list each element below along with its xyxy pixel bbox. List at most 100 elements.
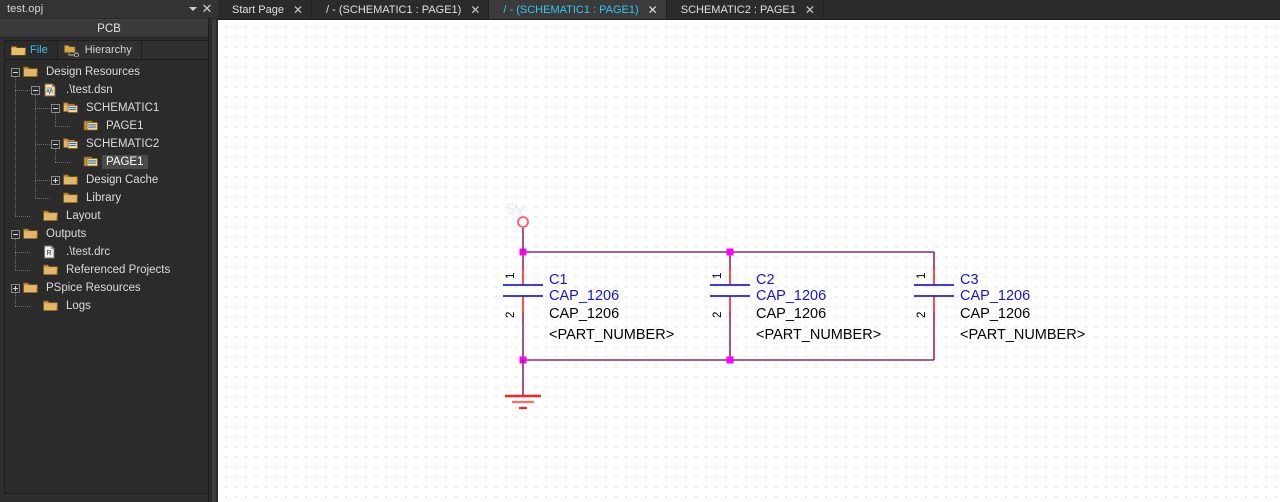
tree-node-label: PAGE1: [106, 120, 144, 132]
schematic-canvas-wrap: 1 2 C1 CAP_1206 CAP_1206 <PART_NUMBER> 1 2 C2 CAP…: [218, 20, 1280, 502]
schematic-folder-icon: [63, 137, 79, 151]
close-icon[interactable]: ✕: [470, 4, 480, 16]
project-tree[interactable]: Design Resources .\test.dsn SCHEMATIC1 PAGE…: [5, 60, 211, 493]
tab-hierarchy[interactable]: Hierarchy: [57, 41, 142, 59]
tree-expander-plus-icon[interactable]: [11, 283, 20, 293]
wire-junction-dot: [726, 248, 734, 256]
component-value[interactable]: CAP_1206: [756, 288, 826, 304]
tree-node-label: .\test.dsn: [66, 84, 113, 96]
tree-node[interactable]: Layout: [5, 207, 211, 225]
pin-number-top: 1: [916, 273, 928, 279]
document-tab[interactable]: SCHEMATIC2 : PAGE1 ✕: [666, 0, 824, 19]
component-refdes[interactable]: C3: [960, 272, 979, 288]
net-port-circle-icon[interactable]: [517, 216, 529, 228]
net-label-5v[interactable]: 5V: [507, 202, 525, 218]
tree-node-label: SCHEMATIC2: [86, 138, 160, 150]
dock-splitter[interactable]: [208, 19, 218, 502]
tree-connector-line: [55, 113, 56, 126]
document-tab[interactable]: Start Page ✕: [218, 0, 313, 19]
document-tab[interactable]: / - (SCHEMATIC1 : PAGE1) ✕: [312, 0, 490, 19]
tree-expander-spacer: [31, 212, 40, 221]
pin-number-top: 1: [505, 273, 517, 279]
tree-expander-minus-icon[interactable]: [51, 103, 60, 113]
tree-node-label: PAGE1: [102, 155, 148, 169]
tree-node-label: .\test.drc: [66, 246, 111, 258]
pin-number-top: 1: [712, 273, 724, 279]
tree-connector-line: [15, 252, 30, 253]
tree-node-label: Library: [86, 192, 122, 204]
component-refdes[interactable]: C2: [756, 272, 775, 288]
folder-icon: [43, 263, 59, 277]
tree-node-label: Referenced Projects: [66, 264, 171, 276]
chevron-down-icon[interactable]: [186, 2, 200, 17]
project-tabstrip: File Hierarchy: [5, 41, 211, 60]
drc-file-icon: R: [43, 245, 59, 259]
component-part-number[interactable]: <PART_NUMBER>: [549, 327, 674, 343]
component-value[interactable]: CAP_1206: [549, 288, 619, 304]
component-part-number[interactable]: <PART_NUMBER>: [756, 327, 881, 343]
document-tab-label: / - (SCHEMATIC1 : PAGE1): [326, 3, 462, 16]
tree-expander-spacer: [71, 158, 80, 167]
tree-node[interactable]: PSpice Resources: [5, 279, 211, 297]
tree-node-label: Layout: [66, 210, 101, 222]
tree-connector-line: [15, 293, 16, 306]
tree-node-label: SCHEMATIC1: [86, 102, 160, 114]
tree-node[interactable]: Logs: [5, 297, 211, 315]
tree-connector-line: [35, 198, 50, 199]
orcad-capture-window: test.opj ✕ PCB File Hierarchy Design Res…: [0, 0, 1280, 502]
component-footprint[interactable]: CAP_1206: [756, 306, 826, 322]
schematic-canvas[interactable]: 1 2 C1 CAP_1206 CAP_1206 <PART_NUMBER> 1 2 C2 CAP…: [218, 20, 1280, 502]
component-footprint[interactable]: CAP_1206: [960, 306, 1030, 322]
tree-node[interactable]: Design Resources: [5, 63, 211, 81]
tree-connector-line: [15, 239, 16, 270]
schematic-drawing: 12C1CAP_1206CAP_1206<PART_NUMBER>12C2CAP…: [503, 202, 1085, 410]
component-value[interactable]: CAP_1206: [960, 288, 1030, 304]
project-panel-body: File Hierarchy Design Resources .\test.ds…: [4, 40, 212, 494]
tree-node[interactable]: Referenced Projects: [5, 261, 211, 279]
folder-icon: [63, 173, 79, 187]
tree-connector-line: [55, 149, 56, 162]
splitter-grip[interactable]: [212, 19, 216, 502]
tree-connector-line: [15, 90, 30, 91]
tree-connector-line: [55, 162, 70, 163]
tree-connector-line: [35, 108, 50, 109]
pin-number-bottom: 2: [712, 312, 724, 318]
close-icon[interactable]: ✕: [200, 2, 214, 17]
tree-expander-plus-icon[interactable]: [51, 175, 60, 185]
document-tab[interactable]: / - (SCHEMATIC1 : PAGE1) ✕: [489, 0, 667, 19]
tree-connector-line: [15, 306, 30, 307]
tree-connector-line: [15, 216, 30, 217]
tree-expander-spacer: [31, 302, 40, 311]
component-part-number[interactable]: <PART_NUMBER>: [960, 327, 1085, 343]
folder-icon: [63, 191, 79, 205]
pin-number-bottom: 2: [916, 312, 928, 318]
tree-expander-spacer: [51, 194, 60, 203]
tree-expander-spacer: [31, 248, 40, 257]
component-refdes[interactable]: C1: [549, 272, 568, 288]
tree-node-label: Design Cache: [86, 174, 159, 186]
folder-icon: [23, 281, 39, 295]
tree-expander-minus-icon[interactable]: [51, 139, 60, 149]
document-tabbar[interactable]: Start Page ✕ / - (SCHEMATIC1 : PAGE1) ✕ / - …: [218, 0, 1280, 20]
tree-expander-spacer: [31, 266, 40, 275]
tree-expander-minus-icon[interactable]: [11, 67, 20, 77]
tab-file[interactable]: File: [5, 41, 58, 59]
page-icon: [83, 155, 99, 169]
tree-node[interactable]: R .\test.drc: [5, 243, 211, 261]
tab-file-label: File: [30, 43, 48, 56]
tab-hierarchy-label: Hierarchy: [84, 44, 132, 56]
tree-expander-minus-icon[interactable]: [11, 229, 20, 239]
close-icon[interactable]: ✕: [648, 4, 658, 16]
document-tab-label: Start Page: [232, 3, 284, 16]
tree-connector-line: [35, 95, 36, 198]
hierarchy-icon: [63, 44, 81, 57]
tree-expander-minus-icon[interactable]: [31, 85, 40, 95]
close-icon[interactable]: ✕: [293, 4, 303, 16]
tree-connector-line: [15, 270, 30, 271]
component-footprint[interactable]: CAP_1206: [549, 306, 619, 322]
dock-titlebar: test.opj ✕: [0, 0, 218, 19]
folder-icon: [23, 227, 39, 241]
close-icon[interactable]: ✕: [805, 4, 815, 16]
tree-connector-line: [35, 180, 50, 181]
tree-node[interactable]: Outputs: [5, 225, 211, 243]
